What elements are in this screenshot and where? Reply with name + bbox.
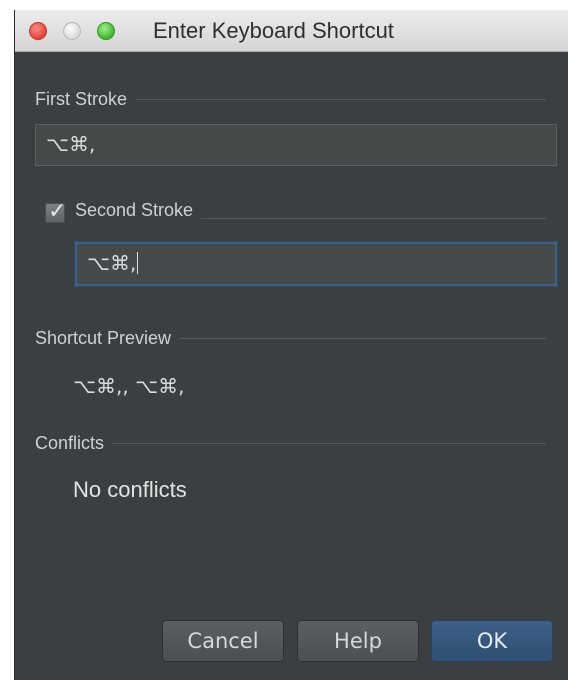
maximize-icon[interactable]: [97, 22, 115, 40]
second-stroke-label[interactable]: Second Stroke: [75, 200, 202, 221]
close-icon[interactable]: [29, 22, 47, 40]
shortcut-preview-value: ⌥⌘,, ⌥⌘,: [73, 374, 185, 398]
second-stroke-value: ⌥⌘,: [87, 251, 137, 275]
conflicts-value: No conflicts: [73, 477, 187, 502]
minimize-icon[interactable]: [63, 22, 81, 40]
shortcut-preview-label: Shortcut Preview: [35, 328, 180, 349]
shortcut-dialog: Enter Keyboard Shortcut First Stroke ⌥⌘,…: [14, 10, 568, 680]
second-stroke-input[interactable]: ⌥⌘,: [75, 242, 557, 286]
conflicts-label: Conflicts: [35, 433, 113, 454]
second-stroke-checkbox[interactable]: ✓: [45, 198, 66, 223]
first-stroke-input[interactable]: ⌥⌘,: [35, 124, 557, 166]
first-stroke-label: First Stroke: [35, 89, 136, 110]
title-bar[interactable]: Enter Keyboard Shortcut: [15, 10, 568, 52]
help-button[interactable]: Help: [297, 620, 419, 662]
cancel-button[interactable]: Cancel: [162, 620, 284, 662]
text-caret: [137, 252, 139, 274]
checkmark-icon: ✓: [48, 198, 67, 223]
ok-button[interactable]: OK: [431, 620, 553, 662]
dialog-title: Enter Keyboard Shortcut: [153, 18, 394, 43]
